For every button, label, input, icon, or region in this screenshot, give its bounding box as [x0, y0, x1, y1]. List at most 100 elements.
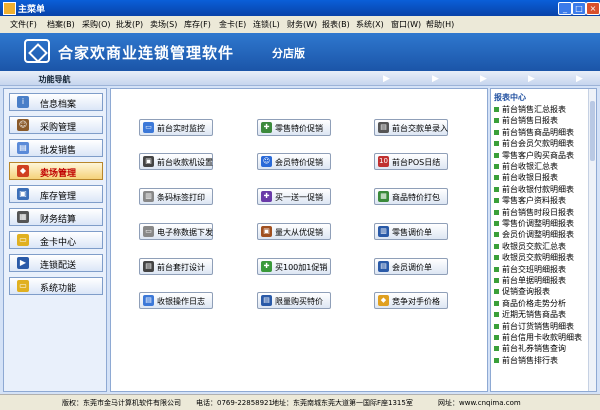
menu-purchase[interactable]: 采购(O)	[82, 19, 111, 30]
nav-item-wholesale[interactable]: ▤ 批发销售	[9, 139, 103, 157]
report-link[interactable]: 前台收银汇总表	[494, 161, 558, 172]
member-special-promo-button[interactable]: ☺ 会员特价促销	[257, 153, 331, 170]
menu-inventory[interactable]: 库存(F)	[184, 19, 211, 30]
title-bar[interactable]: 主菜单 _ □ ×	[0, 0, 600, 16]
menu-chain[interactable]: 连锁(L)	[253, 19, 280, 30]
menu-archive[interactable]: 档案(B)	[47, 19, 75, 30]
card-icon: ▭	[17, 234, 29, 246]
report-link[interactable]: 前台礼券销售查询	[494, 343, 566, 354]
nav-item-goldcard[interactable]: ▭ 金卡中心	[9, 231, 103, 249]
scrollbar[interactable]	[588, 89, 596, 391]
barcode-print-button[interactable]: ▥ 条码标签打印	[139, 188, 213, 205]
report-link[interactable]: 零售客户资料报表	[494, 195, 566, 206]
pos-daily-close-button[interactable]: 10 前台POS日结	[374, 153, 448, 170]
card-icon: ▤	[378, 122, 389, 133]
report-link-label: 前台销售时段日报表	[502, 207, 574, 217]
system-icon: ▭	[17, 280, 29, 292]
menu-window[interactable]: 窗口(W)	[391, 19, 421, 30]
buy-one-get-one-button[interactable]: ✚ 买一送一促销	[257, 188, 331, 205]
nav-item-store[interactable]: ◆ 卖场管理	[9, 162, 103, 180]
menu-system[interactable]: 系统(X)	[356, 19, 384, 30]
report-link[interactable]: 前台销售汇总报表	[494, 104, 566, 115]
menu-reports[interactable]: 报表(B)	[322, 19, 350, 30]
bullet-icon	[494, 312, 499, 318]
report-link[interactable]: 零售客户购买商品表	[494, 150, 574, 161]
function-panel: ▭ 前台实时监控 ✚ 零售特价促销 ▤ 前台交款单录入 ▣ 前台收款机设置 ☺ …	[110, 88, 488, 392]
button-label: 量大从优促销	[275, 228, 323, 237]
bullet-icon	[494, 164, 499, 169]
maximize-icon[interactable]: □	[572, 2, 586, 15]
menu-wholesale[interactable]: 批发(P)	[116, 19, 143, 30]
report-link-label: 零售价调整明细报表	[502, 219, 574, 228]
menu-finance[interactable]: 财务(W)	[287, 19, 317, 30]
nav-item-system[interactable]: ▭ 系统功能	[9, 277, 103, 295]
report-link[interactable]: 商品价格走势分析	[494, 298, 566, 309]
report-link[interactable]: 前台收银付款明细表	[494, 184, 574, 195]
report-link[interactable]: 前台销售商品明细表	[494, 127, 574, 138]
report-link[interactable]: 前台销售时段日报表	[494, 207, 574, 218]
report-link-label: 会员价调整明细报表	[502, 230, 574, 240]
limited-purchase-button[interactable]: ▤ 限量购买特价	[257, 292, 331, 309]
nav-item-label: 金卡中心	[40, 238, 77, 248]
pos-setup-button[interactable]: ▣ 前台收款机设置	[139, 153, 213, 170]
nav-item-info[interactable]: i 信息档案	[9, 93, 103, 111]
report-link[interactable]: 零售价调整明细报表	[494, 218, 574, 229]
payment-entry-button[interactable]: ▤ 前台交款单录入	[374, 119, 448, 136]
volume-discount-button[interactable]: ▣ 量大从优促销	[257, 223, 331, 240]
bullet-icon	[494, 255, 499, 261]
report-link[interactable]: 前台订货销售明细表	[494, 321, 574, 332]
report-link[interactable]: 会员价调整明细报表	[494, 229, 574, 240]
nav-item-delivery[interactable]: ▶ 连锁配送	[9, 254, 103, 272]
report-link[interactable]: 前台收银日报表	[494, 172, 558, 183]
report-link[interactable]: 收银员交款汇总表	[494, 241, 566, 252]
button-label: 零售特价促销	[275, 124, 323, 133]
report-link-label: 前台销售排行表	[502, 355, 558, 365]
report-center-title: 报表中心	[494, 93, 526, 102]
minimize-icon[interactable]: _	[558, 2, 572, 15]
report-link[interactable]: 前台会员欠款明细表	[494, 138, 574, 149]
menu-goldcard[interactable]: 金卡(E)	[219, 19, 246, 30]
status-phone: 电话：0769-22858921	[196, 399, 273, 407]
report-link-label: 前台收银汇总表	[502, 162, 558, 171]
scale-data-send-button[interactable]: ▭ 电子称数据下发	[139, 223, 213, 240]
nav-item-purchase[interactable]: ☺ 采购管理	[9, 116, 103, 134]
close-icon[interactable]: ×	[586, 2, 600, 15]
report-link[interactable]: 促销查询报表	[494, 286, 550, 297]
menu-store[interactable]: 卖场(S)	[150, 19, 177, 30]
nav-item-finance[interactable]: ▦ 财务结算	[9, 208, 103, 226]
report-link-label: 前台销售日报表	[502, 116, 558, 126]
report-link[interactable]: 前台单据明细报表	[494, 275, 566, 286]
chart-icon: ▥	[378, 226, 389, 237]
report-link[interactable]: 前台销售日报表	[494, 115, 558, 126]
nav-item-label: 库存管理	[40, 192, 77, 202]
receipt-design-button[interactable]: ▤ 前台套打设计	[139, 258, 213, 275]
bullet-icon	[494, 141, 499, 147]
report-link[interactable]: 前台信用卡收款明细表	[494, 332, 582, 343]
retail-price-adjust-button[interactable]: ▥ 零售调价单	[374, 223, 448, 240]
nav-item-inventory[interactable]: ▣ 库存管理	[9, 185, 103, 203]
scrollbar-thumb[interactable]	[590, 101, 595, 161]
report-center-panel: 报表中心 前台销售汇总报表 前台销售日报表 前台销售商品明细表 前台会员欠款明细表 零售…	[490, 88, 597, 392]
buy100-add1-button[interactable]: ✚ 买100加1促销	[257, 258, 331, 275]
report-link[interactable]: 近期无销售商品表	[494, 309, 566, 320]
cashier-log-button[interactable]: ▤ 收银操作日志	[139, 292, 213, 309]
nav-item-label: 信息档案	[40, 100, 77, 110]
retail-special-promo-button[interactable]: ✚ 零售特价促销	[257, 119, 331, 136]
report-link[interactable]: 前台销售排行表	[494, 355, 558, 366]
competitor-price-button[interactable]: ◆ 竞争对手价格	[374, 292, 448, 309]
report-link[interactable]: 收银员交款明细报表	[494, 252, 574, 263]
bullet-icon	[494, 175, 499, 181]
realtime-monitor-button[interactable]: ▭ 前台实时监控	[139, 119, 213, 136]
member-price-adjust-button[interactable]: ▤ 会员调价单	[374, 258, 448, 275]
menu-help[interactable]: 帮助(H)	[426, 19, 454, 30]
bullet-icon	[494, 209, 499, 215]
monitor-icon: ▭	[143, 122, 154, 133]
arrow-right-icon: ▶	[383, 74, 390, 84]
bundle-special-button[interactable]: ▦ 商品特价打包	[374, 188, 448, 205]
button-label: 收银操作日志	[157, 297, 205, 306]
nav-item-label: 系统功能	[40, 284, 77, 294]
report-link[interactable]: 前台交班明细报表	[494, 264, 566, 275]
menu-file[interactable]: 文件(F)	[10, 19, 37, 30]
button-label: 前台交款单录入	[392, 124, 448, 133]
button-label: 买一送一促销	[275, 193, 323, 202]
